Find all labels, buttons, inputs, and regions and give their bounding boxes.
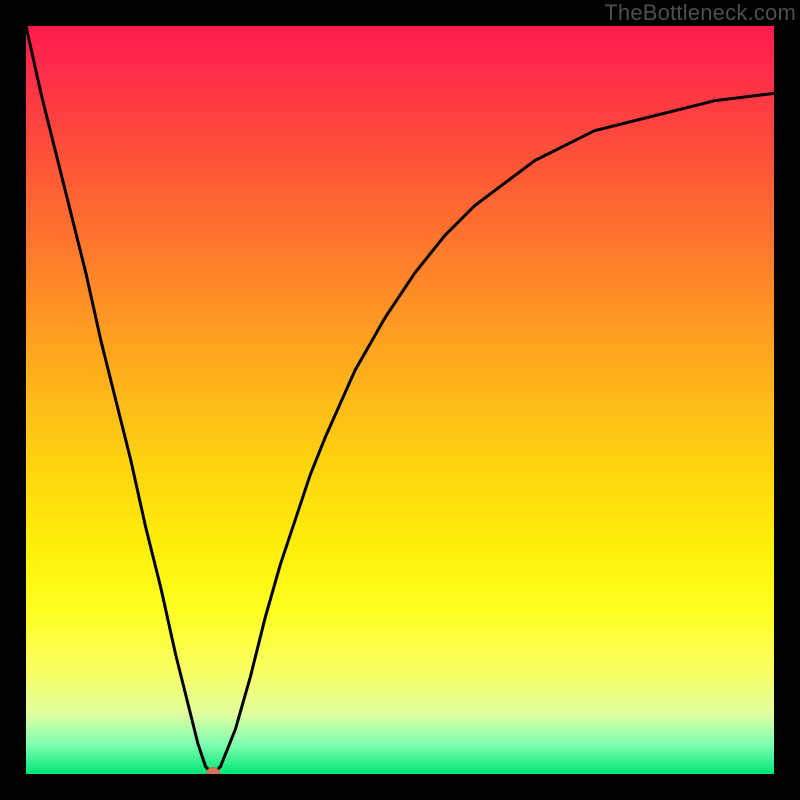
chart-frame: TheBottleneck.com [0,0,800,800]
attribution-text: TheBottleneck.com [604,0,796,26]
optimum-marker [206,767,220,774]
bottleneck-curve [26,26,774,774]
plot-area [26,26,774,774]
curve-path [26,26,774,774]
